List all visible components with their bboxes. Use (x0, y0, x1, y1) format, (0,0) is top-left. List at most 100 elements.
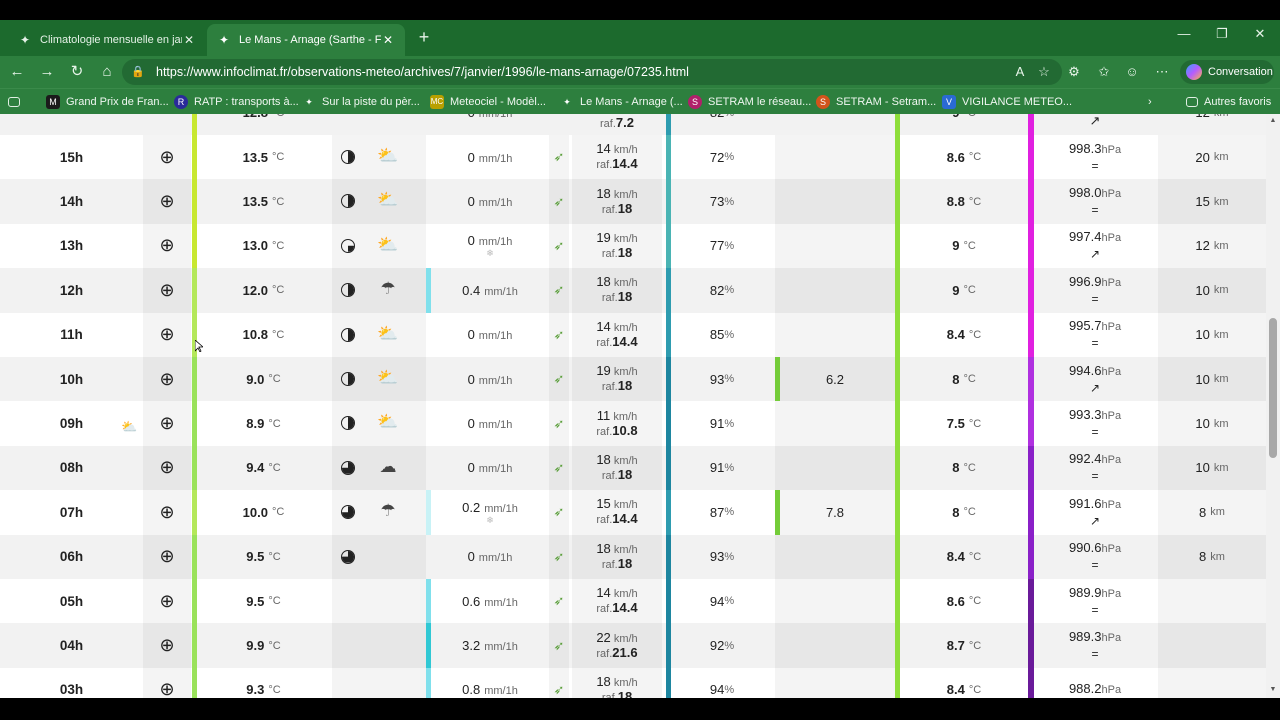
wind-cell: 14 km/h raf.14.4 (572, 579, 662, 624)
ratp-icon: R (174, 95, 188, 109)
wind-cell: 18 km/h raf.18 (572, 445, 662, 491)
gust-prefix: raf. (596, 603, 613, 616)
expand-details-button[interactable]: ⊕ (143, 312, 191, 357)
setram-icon: S (688, 95, 702, 109)
favorite-link[interactable]: V VIGILANCE METEO... (942, 94, 1072, 110)
favorite-link[interactable]: MC Meteociel - Modèl... (430, 94, 546, 110)
sky-cell: ☂ (332, 490, 426, 535)
humidity-cell: 85% (672, 313, 772, 357)
url-field[interactable]: 🔒 https://www.infoclimat.fr/observations… (122, 59, 1062, 85)
favorite-link[interactable]: M Grand Prix de Fran... (46, 94, 169, 110)
favorite-link[interactable]: S SETRAM - Setram... (816, 94, 936, 110)
gust-prefix: raf. (601, 558, 618, 571)
expand-details-button[interactable]: ⊕ (143, 445, 191, 491)
minimize-icon[interactable]: — (1174, 26, 1194, 41)
scrollbar[interactable]: ▲ ▼ (1266, 114, 1280, 698)
tab-le-mans[interactable]: ✦ Le Mans - Arnage (Sarthe - France ✕ (207, 24, 405, 56)
humidity-unit: % (724, 550, 735, 563)
favorite-link[interactable]: ✦ Sur la piste du pèr... (302, 94, 420, 110)
dewpoint-unit: °C (963, 284, 976, 297)
precip-value: 0.8 (462, 682, 481, 698)
pressure-unit: hPa (1101, 498, 1122, 511)
read-aloud-icon[interactable]: A (1010, 62, 1030, 82)
scroll-up-icon[interactable]: ▲ (1268, 117, 1278, 124)
refresh-icon[interactable]: ↻ (67, 62, 87, 82)
expand-details-button[interactable]: ⊕ (143, 135, 191, 180)
humidity-color-bar (666, 312, 671, 357)
close-icon[interactable]: ✕ (182, 33, 196, 47)
humidity-cell: 87% (672, 490, 772, 534)
visibility-unit: km (1213, 328, 1229, 341)
new-tab-button[interactable]: + (414, 27, 434, 47)
humidity-value: 91 (709, 416, 725, 432)
dewpoint-value: 8.6 (946, 149, 965, 165)
pressure-unit: hPa (1101, 276, 1122, 289)
chevron-right-icon[interactable]: › (1148, 94, 1152, 110)
window-close-icon[interactable]: ✕ (1250, 26, 1270, 42)
favorites-icon[interactable]: ✩ (1094, 62, 1114, 82)
moon-phase-icon (341, 150, 355, 164)
scroll-thumb[interactable] (1269, 318, 1277, 458)
back-icon[interactable]: ← (7, 62, 27, 82)
other-favorites[interactable]: Autres favoris (1186, 94, 1271, 110)
visibility-cell: 10 km (1158, 357, 1266, 402)
scroll-down-icon[interactable]: ▼ (1268, 686, 1278, 693)
piste-icon: ✦ (305, 97, 313, 107)
temp-unit: °C (268, 639, 281, 652)
sky-cell: ⛅ (332, 223, 426, 269)
favorite-star-icon[interactable]: ☆ (1034, 62, 1054, 82)
precip-unit: mm/1h (478, 114, 513, 121)
favorite-link[interactable]: R RATP : transports à... (174, 94, 299, 110)
expand-details-button[interactable]: ⊕ (143, 268, 191, 313)
expand-details-button[interactable]: ⊕ (143, 623, 191, 668)
conversation-button[interactable]: Conversation (1180, 60, 1274, 84)
humidity-unit: % (724, 595, 735, 608)
extension-icon[interactable]: ⚙ (1064, 62, 1084, 82)
humidity-color-bar (666, 135, 671, 180)
lock-icon[interactable]: 🔒 (130, 64, 146, 80)
expand-details-button[interactable]: ⊕ (143, 223, 191, 269)
wind-arrow-icon: ➶ (553, 371, 565, 387)
expand-details-button[interactable]: ⊕ (143, 579, 191, 624)
home-icon[interactable]: ⌂ (97, 62, 117, 82)
tab-climatologie[interactable]: ✦ Climatologie mensuelle en janvier ✕ (8, 24, 206, 56)
expand-details-button[interactable]: ⊕ (143, 357, 191, 402)
hour-label: 08h (59, 460, 84, 476)
pressure-cell: 998.3hPa = (1034, 135, 1156, 179)
expand-details-button[interactable]: ⊕ (143, 490, 191, 535)
wind-value: 15 (596, 496, 611, 512)
more-menu-icon[interactable]: ⋯ (1152, 62, 1172, 82)
hour-label: 06h (59, 549, 84, 565)
screen-bottom-border (0, 698, 1280, 720)
favorites-bar-icon[interactable] (8, 94, 26, 110)
humidity-unit: % (724, 683, 735, 696)
expand-details-button[interactable]: ⊕ (143, 667, 191, 698)
precip-cell: 0mm/1h (431, 135, 549, 179)
humidity-unit: % (724, 151, 735, 164)
wind-unit: km/h (610, 588, 638, 601)
visibility-value: 10 (1195, 460, 1210, 476)
hour-cell: 03h (0, 668, 143, 698)
expand-details-button[interactable]: ⊕ (143, 179, 191, 224)
pressure-unit: hPa (1101, 454, 1122, 467)
favorite-link[interactable]: S SETRAM le réseau... (688, 94, 811, 110)
restore-icon[interactable]: ❐ (1212, 26, 1232, 42)
extra-measure-cell (775, 268, 895, 313)
forward-icon[interactable]: → (37, 62, 57, 82)
visibility-unit: km (1213, 195, 1229, 208)
profile-avatar[interactable]: ☺ (1122, 62, 1142, 82)
plus-circle-icon: ⊕ (159, 679, 175, 698)
temp-unit: °C (268, 683, 281, 696)
precip-unit: mm/1h (484, 502, 518, 515)
pressure-trend-icon: = (1091, 158, 1099, 173)
humidity-cell: 94% (672, 579, 772, 623)
temp-unit: °C (271, 151, 285, 164)
hour-cell: 14h (0, 179, 143, 223)
favorite-link[interactable]: ✦ Le Mans - Arnage (... (560, 94, 683, 110)
close-icon[interactable]: ✕ (381, 33, 395, 47)
expand-details-button[interactable]: ⊕ (143, 534, 191, 579)
extra-value: 6.2 (825, 371, 845, 387)
wind-direction-icon: ➶ (549, 268, 569, 313)
temperature-cell: 10.8 °C (197, 313, 330, 357)
expand-details-button[interactable]: ⊕ (143, 401, 191, 446)
